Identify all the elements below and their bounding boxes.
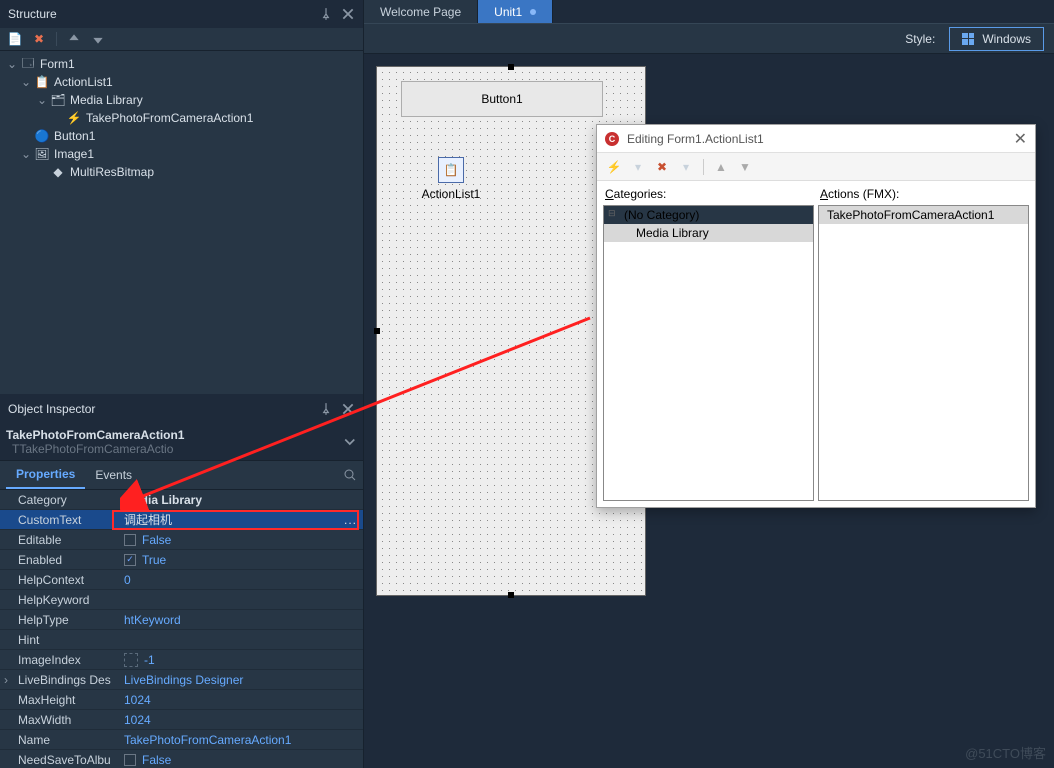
prop-enabled[interactable]: Enabled✓True <box>0 550 363 570</box>
arrow-down-icon[interactable]: ▼ <box>736 158 754 176</box>
category-icon: 🗂 <box>50 93 66 107</box>
actions-column: Actions (FMX): TakePhotoFromCameraAction… <box>818 187 1029 501</box>
checkbox-icon[interactable] <box>124 754 136 766</box>
chevron-down-icon[interactable] <box>343 435 357 449</box>
structure-panel: Structure 📄 ✖ ⌄🗔Form1⌄📋ActionList1⌄🗂Medi… <box>0 0 364 394</box>
pin-icon[interactable] <box>319 402 333 416</box>
multires-icon: ◆ <box>50 165 66 179</box>
tree-form1[interactable]: ⌄🗔Form1 <box>0 55 363 73</box>
document-tabs: Welcome Page Unit1 <box>364 0 1054 24</box>
tree-button1[interactable]: 🔵Button1 <box>0 127 363 145</box>
inspector-object-combo[interactable]: TakePhotoFromCameraAction1 TTakePhotoFro… <box>0 424 363 461</box>
structure-tree[interactable]: ⌄🗔Form1⌄📋ActionList1⌄🗂Media Library⚡Take… <box>0 51 363 185</box>
tab-properties[interactable]: Properties <box>6 461 85 489</box>
tab-events[interactable]: Events <box>85 462 142 488</box>
checkbox-icon[interactable] <box>124 534 136 546</box>
expander-icon[interactable]: ⌄ <box>20 147 32 161</box>
editor-toolbar: ⚡ ▾ ✖ ▾ ▲ ▼ <box>597 153 1035 181</box>
ellipsis-button[interactable]: ... <box>344 513 357 527</box>
delete-action-icon[interactable]: ✖ <box>653 158 671 176</box>
prop-livebindings-des[interactable]: LiveBindings DesLiveBindings Designer <box>0 670 363 690</box>
modified-dot-icon <box>530 9 536 15</box>
close-icon[interactable]: ✕ <box>1014 129 1027 149</box>
inspector-title: Object Inspector <box>8 402 95 416</box>
structure-title-bar: Structure <box>0 0 363 28</box>
expander-icon[interactable]: ⌄ <box>6 57 18 71</box>
tree-image1[interactable]: ⌄🖼Image1 <box>0 145 363 163</box>
designer-actionlist1[interactable]: 📋 ActionList1 <box>421 157 481 201</box>
resize-handle[interactable] <box>508 592 514 598</box>
structure-title: Structure <box>8 7 57 21</box>
form-icon: 🗔 <box>20 57 36 71</box>
tab-unit1[interactable]: Unit1 <box>478 0 553 23</box>
windows-logo-icon <box>962 33 974 45</box>
checkbox-icon[interactable]: ✓ <box>124 554 136 566</box>
actions-label: Actions (FMX): <box>818 187 1029 201</box>
tree-actionlist1[interactable]: ⌄📋ActionList1 <box>0 73 363 91</box>
categories-list[interactable]: (No Category)Media Library <box>603 205 814 501</box>
inspector-object-type: TTakePhotoFromCameraActio <box>12 442 173 456</box>
actionlist-editor-window: C Editing Form1.ActionList1 ✕ ⚡ ▾ ✖ ▾ ▲ … <box>596 124 1036 508</box>
tree-media-library[interactable]: ⌄🗂Media Library <box>0 91 363 109</box>
button-icon: 🔵 <box>34 129 50 143</box>
tab-welcome-page[interactable]: Welcome Page <box>364 0 478 23</box>
actionlist-icon: 📋 <box>34 75 50 89</box>
resize-handle[interactable] <box>374 328 380 334</box>
pin-icon[interactable] <box>319 7 333 21</box>
tree-multiresbitmap[interactable]: ◆MultiResBitmap <box>0 163 363 181</box>
category-item[interactable]: (No Category) <box>604 206 813 224</box>
new-action-icon[interactable]: ⚡ <box>605 158 623 176</box>
image-icon: 🖼 <box>34 147 50 161</box>
editor-titlebar[interactable]: C Editing Form1.ActionList1 ✕ <box>597 125 1035 153</box>
editor-title: Editing Form1.ActionList1 <box>627 132 764 146</box>
arrow-up-icon[interactable] <box>67 32 81 46</box>
prop-category[interactable]: CategoryMedia Library <box>0 490 363 510</box>
style-windows-button[interactable]: Windows <box>949 27 1044 51</box>
object-inspector-panel: Object Inspector TakePhotoFromCameraActi… <box>0 394 364 768</box>
prop-needsavetoalbu[interactable]: NeedSaveToAlbuFalse <box>0 750 363 768</box>
style-label: Style: <box>905 32 935 46</box>
prop-hint[interactable]: Hint <box>0 630 363 650</box>
property-grid[interactable]: CategoryMedia LibraryCustomText调起相机...Ed… <box>0 490 363 768</box>
arrow-up-icon[interactable]: ▲ <box>712 158 730 176</box>
search-icon[interactable] <box>343 468 357 482</box>
expander-icon[interactable]: ⌄ <box>20 75 32 89</box>
app-icon: C <box>605 132 619 146</box>
imageindex-icon <box>124 653 138 667</box>
prop-helptype[interactable]: HelpTypehtKeyword <box>0 610 363 630</box>
delete-icon[interactable]: ✖ <box>32 32 46 46</box>
prop-maxwidth[interactable]: MaxWidth1024 <box>0 710 363 730</box>
expander-icon[interactable]: ⌄ <box>36 93 48 107</box>
prop-name[interactable]: NameTakePhotoFromCameraAction1 <box>0 730 363 750</box>
tree-takephoto[interactable]: ⚡TakePhotoFromCameraAction1 <box>0 109 363 127</box>
prop-editable[interactable]: EditableFalse <box>0 530 363 550</box>
arrow-down-icon[interactable] <box>91 32 105 46</box>
new-icon[interactable]: 📄 <box>8 32 22 46</box>
action-item[interactable]: TakePhotoFromCameraAction1 <box>819 206 1028 224</box>
watermark: @51CTO博客 <box>965 743 1046 762</box>
inspector-title-bar: Object Inspector <box>0 394 363 424</box>
dropdown-icon[interactable]: ▾ <box>629 158 647 176</box>
style-toolbar: Style: Windows <box>364 24 1054 54</box>
inspector-object-name: TakePhotoFromCameraAction1 <box>6 428 184 442</box>
category-item[interactable]: Media Library <box>604 224 813 242</box>
actions-list[interactable]: TakePhotoFromCameraAction1 <box>818 205 1029 501</box>
prop-maxheight[interactable]: MaxHeight1024 <box>0 690 363 710</box>
resize-handle[interactable] <box>508 64 514 70</box>
categories-column: Categories: (No Category)Media Library <box>603 187 814 501</box>
prop-imageindex[interactable]: ImageIndex-1 <box>0 650 363 670</box>
structure-toolbar: 📄 ✖ <box>0 28 363 51</box>
action-icon: ⚡ <box>66 111 82 125</box>
prop-helpkeyword[interactable]: HelpKeyword <box>0 590 363 610</box>
prop-helpcontext[interactable]: HelpContext0 <box>0 570 363 590</box>
designer-button1[interactable]: Button1 <box>401 81 603 117</box>
close-icon[interactable] <box>341 402 355 416</box>
categories-label: Categories: <box>603 187 814 201</box>
dropdown-icon[interactable]: ▾ <box>677 158 695 176</box>
prop-customtext[interactable]: CustomText调起相机... <box>0 510 363 530</box>
actionlist-icon: 📋 <box>438 157 464 183</box>
close-icon[interactable] <box>341 7 355 21</box>
inspector-tabs: Properties Events <box>0 461 363 490</box>
